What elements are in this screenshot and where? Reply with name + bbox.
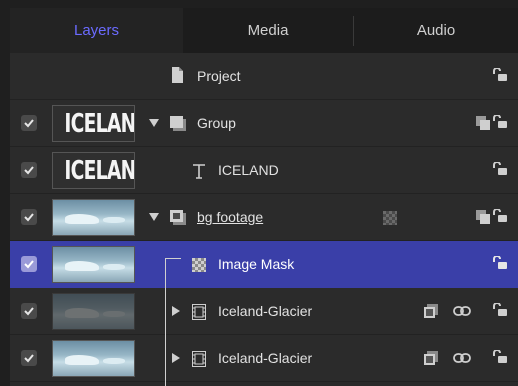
- clone-icon: [424, 351, 438, 365]
- layer-row-text[interactable]: ICELAND ICELAND: [10, 147, 518, 194]
- tab-layers[interactable]: Layers: [10, 8, 183, 53]
- link-icon: [453, 306, 471, 316]
- disclosure-triangle-icon[interactable]: [149, 119, 159, 127]
- group-stack-icon: [476, 210, 490, 224]
- mask-icon: [383, 211, 397, 225]
- drag-connector: [165, 258, 166, 386]
- drag-connector: [165, 258, 181, 259]
- lock-icon[interactable]: [492, 303, 508, 317]
- mask-icon: [192, 258, 206, 272]
- layer-thumbnail: [52, 199, 135, 236]
- layer-row-image-mask[interactable]: Image Mask: [10, 241, 518, 288]
- layer-label: Iceland-Glacier: [218, 303, 313, 319]
- tab-media[interactable]: Media: [183, 8, 353, 53]
- layer-row-bg-footage[interactable]: bg footage: [10, 194, 518, 241]
- tab-bar: Layers Media Audio: [10, 8, 518, 53]
- document-icon: [172, 67, 183, 83]
- layer-label: Group: [197, 115, 236, 131]
- layer-thumbnail: ICELAND: [52, 152, 135, 189]
- layer-label: Iceland-Glacier: [218, 350, 313, 366]
- lock-icon[interactable]: [492, 162, 508, 176]
- checkbox-icon[interactable]: [21, 303, 37, 319]
- layer-row-clip[interactable]: Iceland-Glacier: [10, 335, 518, 382]
- disclosure-triangle-icon[interactable]: [149, 213, 159, 221]
- group-icon: [170, 116, 186, 131]
- disclosure-triangle-icon[interactable]: [172, 306, 180, 316]
- text-layer-icon: [193, 164, 205, 179]
- lock-icon[interactable]: [492, 256, 508, 270]
- layer-thumbnail: [52, 246, 135, 283]
- layer-thumbnail: ICELAND: [52, 105, 135, 142]
- layer-row-project[interactable]: Project: [10, 53, 518, 100]
- checkbox-icon[interactable]: [21, 115, 37, 131]
- layer-label: ICELAND: [218, 162, 279, 178]
- lock-icon[interactable]: [492, 350, 508, 364]
- layer-thumbnail: [52, 340, 135, 377]
- thumbnail-text: ICELAND: [64, 109, 135, 139]
- layer-label: Project: [197, 68, 241, 84]
- clone-icon: [424, 304, 438, 318]
- layer-label: Image Mask: [218, 256, 295, 272]
- thumbnail-text: ICELAND: [64, 156, 135, 186]
- checkbox-icon[interactable]: [21, 350, 37, 366]
- group-stack-icon: [476, 116, 490, 130]
- layers-panel: Layers Media Audio Project ICELAND Group: [10, 8, 518, 386]
- checkbox-icon[interactable]: [21, 256, 37, 272]
- link-icon: [453, 353, 471, 363]
- layer-row-clip[interactable]: Iceland-Glacier: [10, 288, 518, 335]
- layer-label: bg footage: [197, 209, 264, 225]
- checkbox-icon[interactable]: [21, 209, 37, 225]
- lock-icon[interactable]: [492, 68, 508, 82]
- checkbox-icon[interactable]: [21, 162, 37, 178]
- group-icon: [170, 210, 186, 225]
- layer-thumbnail: [52, 293, 135, 330]
- disclosure-triangle-icon[interactable]: [172, 353, 180, 363]
- lock-icon[interactable]: [492, 115, 508, 129]
- layer-row-group[interactable]: ICELAND Group: [10, 100, 518, 147]
- tab-audio[interactable]: Audio: [354, 8, 518, 53]
- film-icon: [192, 351, 206, 367]
- lock-icon[interactable]: [492, 209, 508, 223]
- film-icon: [192, 304, 206, 320]
